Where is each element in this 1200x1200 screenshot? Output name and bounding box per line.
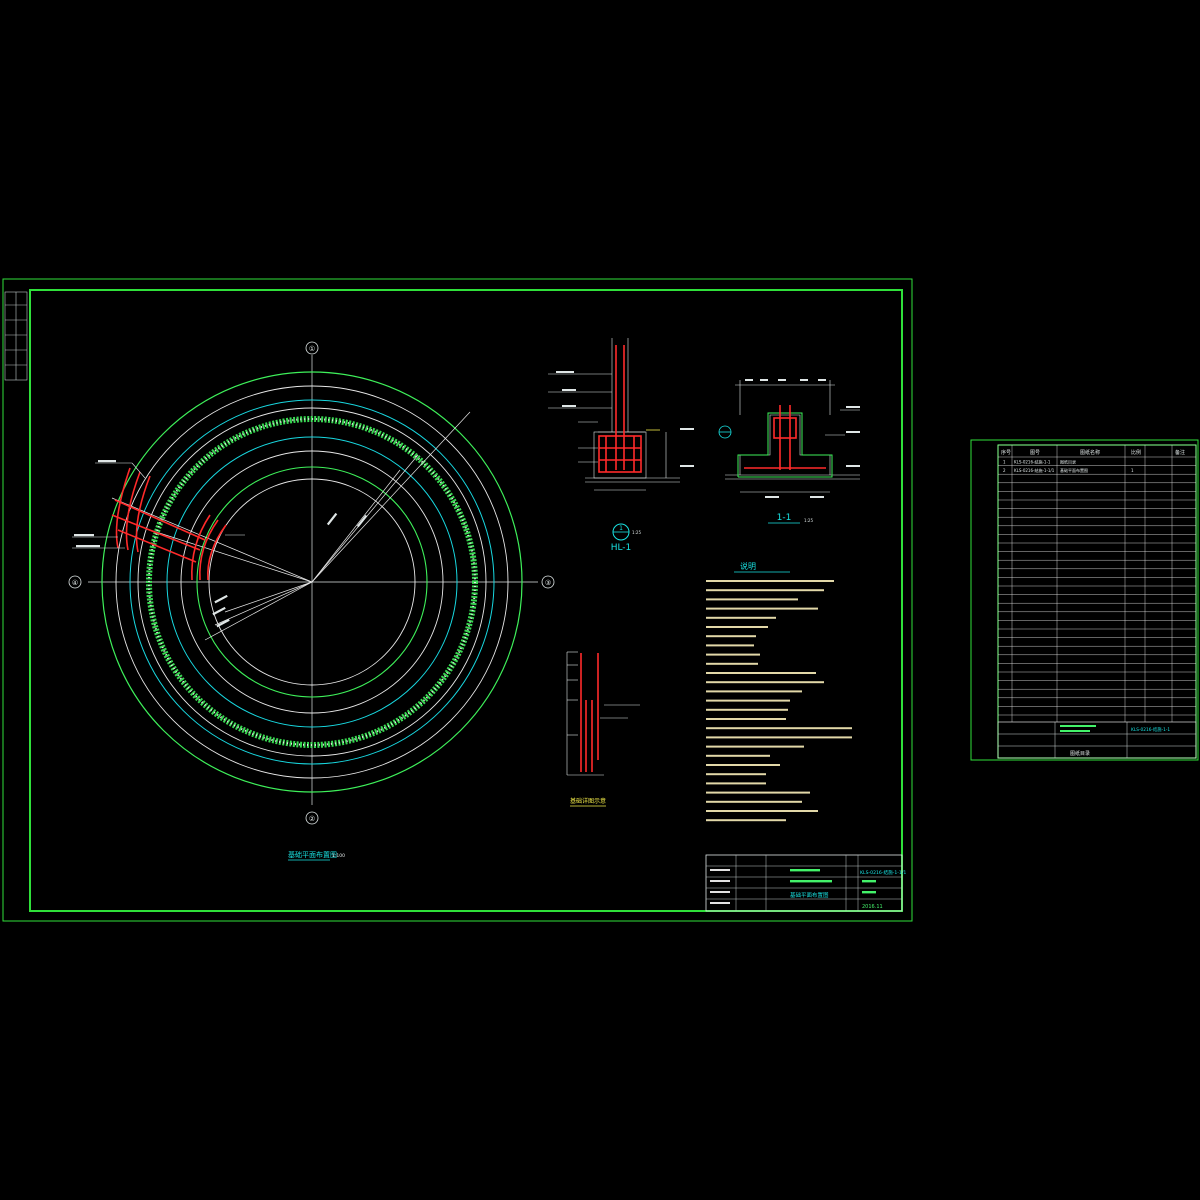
- note-line: [706, 580, 834, 582]
- note-line: [706, 764, 780, 766]
- index-header-cell: 序号: [1001, 449, 1011, 456]
- index-cell: 图纸目录: [1060, 459, 1076, 465]
- note-line: [706, 626, 768, 628]
- note-line: [706, 662, 758, 665]
- svg-text:④: ④: [72, 579, 78, 587]
- index-header-cell: 备注: [1175, 449, 1185, 456]
- note-line: [706, 791, 810, 794]
- note-line: [706, 800, 802, 803]
- note-line: [706, 708, 788, 711]
- note-line: [706, 782, 766, 785]
- index-footer-title: 图纸目录: [1070, 750, 1090, 757]
- note-line: [706, 672, 816, 674]
- title-drawing-title: 基础平面布置图: [790, 891, 829, 899]
- hl1-title: HL-1: [611, 543, 632, 553]
- section-1-1-scale: 1:25: [804, 518, 813, 523]
- svg-text:③: ③: [545, 579, 551, 587]
- index-footer-drawing-no: KLS-0216-结施-1-1: [1131, 726, 1170, 733]
- note-line: [706, 635, 756, 638]
- svg-text:1:25: 1:25: [632, 530, 641, 535]
- note-line: [706, 653, 760, 656]
- svg-text:②: ②: [309, 815, 315, 823]
- svg-text:①: ①: [309, 345, 315, 353]
- title-date: 2016.11: [862, 904, 883, 910]
- index-header-cell: 比例: [1131, 449, 1141, 456]
- detail-caption: 基础详图示意: [570, 797, 606, 805]
- svg-text:1: 1: [619, 525, 623, 532]
- section-1-1-title: 1-1: [777, 513, 792, 523]
- notes-title: 说明: [740, 561, 756, 571]
- note-line: [706, 810, 818, 812]
- note-line: [706, 598, 798, 601]
- title-drawing-no: KLS-0216-结施-1-1/1: [860, 869, 906, 876]
- note-line: [706, 727, 852, 730]
- note-line: [706, 736, 852, 739]
- note-line: [706, 616, 776, 619]
- cad-drawing-canvas: ① ② ④ ③ 基础平面布置图 1:100 1 1:25 HL-1 1-1 1:…: [0, 0, 1200, 1200]
- index-cell: 基础平面布置图: [1060, 467, 1088, 473]
- index-header-cell: 图号: [1030, 450, 1040, 456]
- note-line: [706, 699, 790, 702]
- note-line: [706, 607, 818, 610]
- note-line: [706, 754, 770, 757]
- index-header-cell: 图纸名称: [1080, 449, 1100, 456]
- note-line: [706, 718, 786, 720]
- note-line: [706, 745, 804, 748]
- plan-caption: 基础平面布置图: [288, 850, 337, 859]
- index-cell: KLS-0216-结施-1-1: [1014, 459, 1051, 465]
- index-cell: KLS-0216-结施-1-1/1: [1014, 467, 1055, 473]
- note-line: [706, 690, 802, 693]
- plan-caption-scale: 1:100: [332, 853, 345, 859]
- note-line: [706, 819, 786, 822]
- note-line: [706, 773, 766, 776]
- note-line: [706, 681, 824, 684]
- note-line: [706, 644, 754, 647]
- note-line: [706, 589, 824, 592]
